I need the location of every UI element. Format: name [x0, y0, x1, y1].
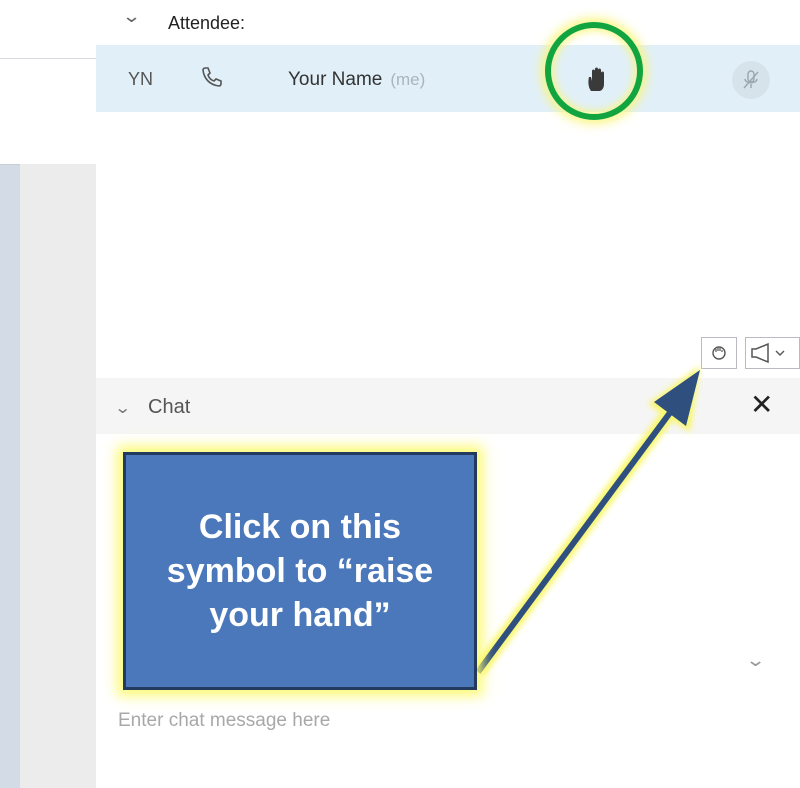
instruction-callout: Click on this symbol to “raise your hand…	[123, 452, 477, 690]
callout-text: Click on this symbol to “raise your hand…	[166, 508, 434, 634]
